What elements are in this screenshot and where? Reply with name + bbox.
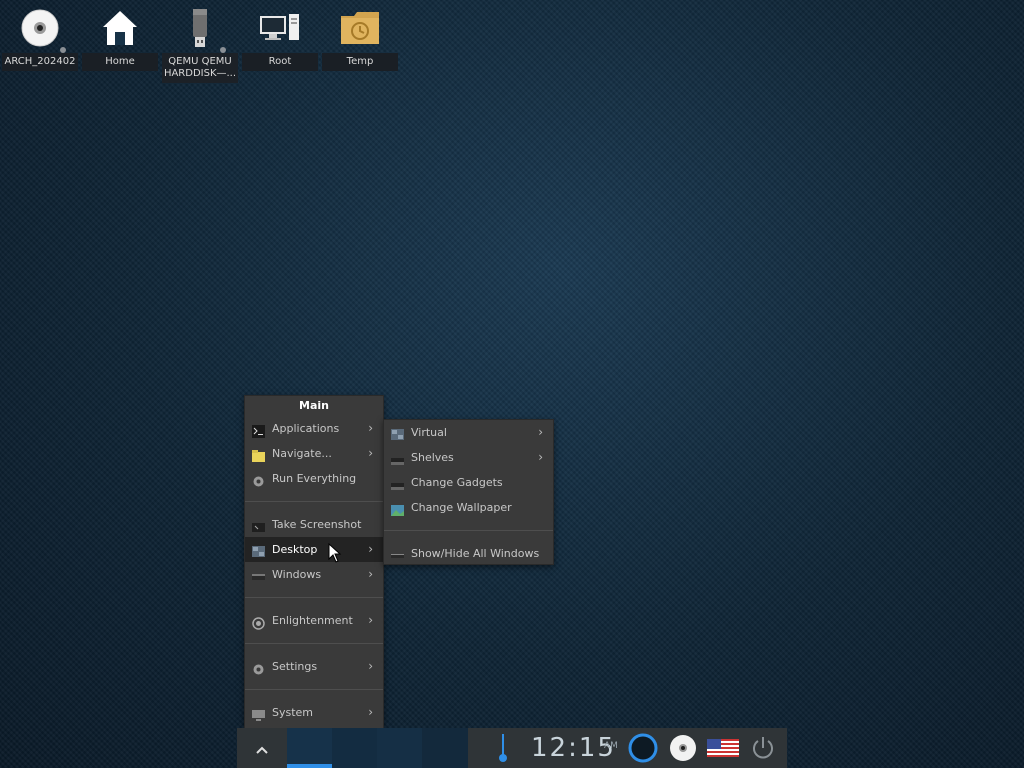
menu-item-label: Take Screenshot [272, 518, 362, 531]
computer-icon [241, 6, 319, 50]
menu-item-take-screenshot[interactable]: Take Screenshot [245, 512, 383, 537]
chevron-right-icon: › [368, 446, 373, 460]
menu-item-label: Enlightenment [272, 614, 353, 627]
submenu-item-virtual[interactable]: Virtual › [384, 420, 553, 445]
submenu-item-label: Change Gadgets [411, 476, 503, 489]
submenu-item-shelves[interactable]: Shelves › [384, 445, 553, 470]
home-icon [81, 6, 159, 50]
pager[interactable] [287, 728, 468, 768]
submenu-item-label: Change Wallpaper [411, 501, 512, 514]
menu-separator [245, 643, 383, 644]
menu-item-label: System [272, 706, 314, 719]
submenu-item-change-gadgets[interactable]: Change Gadgets [384, 470, 553, 495]
chevron-right-icon: › [368, 705, 373, 719]
menu-item-label: Windows [272, 568, 322, 581]
menu-title: Main [299, 399, 329, 412]
menu-item-label: Applications [272, 422, 340, 435]
menu-separator [245, 501, 383, 502]
menu-item-label: Navigate... [272, 447, 332, 460]
start-button[interactable] [237, 728, 287, 768]
screenshot-icon [252, 518, 265, 532]
menu-item-applications[interactable]: Applications › [245, 416, 383, 441]
desktop-icon-label: QEMU QEMU HARDDISK—... [162, 53, 238, 83]
shelf-icon [391, 451, 404, 465]
usb-drive-icon [161, 6, 239, 50]
desktop-icon-label: Root [242, 53, 318, 71]
menu-item-system[interactable]: System › [245, 700, 383, 725]
menu-item-desktop[interactable]: Desktop › [245, 537, 383, 562]
windows-icon [252, 568, 265, 581]
pager-desk-3[interactable] [377, 728, 422, 768]
menu-item-windows[interactable]: Windows › [245, 562, 383, 587]
chevron-up-icon [256, 739, 268, 758]
virtual-desktop-icon [391, 426, 404, 440]
menu-item-run-everything[interactable]: Run Everything [245, 466, 383, 491]
folder-clock-icon [321, 6, 399, 50]
menu-item-label: Settings [272, 660, 318, 673]
monitor-icon [252, 706, 265, 721]
gear-icon [252, 472, 265, 487]
wallpaper-icon [391, 501, 404, 516]
desktop-icon-label: Temp [322, 53, 398, 71]
menu-item-label: Run Everything [272, 472, 357, 485]
folder-icon [252, 447, 265, 462]
main-menu: Main Applications › Navigate... › Run Ev… [244, 395, 384, 730]
chevron-right-icon: › [538, 450, 543, 464]
gadget-icon [391, 476, 404, 490]
shelf-left [237, 728, 287, 768]
mouse-cursor [328, 542, 342, 563]
menu-separator [245, 689, 383, 690]
clock-ampm: AM [604, 741, 618, 751]
menu-item-enlightenment[interactable]: Enlightenment › [245, 608, 383, 633]
thermometer-icon[interactable] [498, 733, 508, 763]
show-desktop-icon [391, 547, 404, 560]
chevron-right-icon: › [368, 421, 373, 435]
chevron-right-icon: › [368, 659, 373, 673]
submenu-item-show-hide-windows[interactable]: Show/Hide All Windows [384, 541, 553, 566]
pager-desk-4[interactable] [422, 728, 468, 768]
menu-separator [384, 530, 553, 531]
submenu-item-label: Show/Hide All Windows [411, 547, 540, 560]
menu-item-label: Desktop [272, 543, 318, 556]
submenu-item-change-wallpaper[interactable]: Change Wallpaper [384, 495, 553, 520]
submenu-item-label: Virtual [411, 426, 447, 439]
submenu-item-label: Shelves [411, 451, 454, 464]
terminal-icon [252, 422, 265, 438]
chevron-right-icon: › [368, 567, 373, 581]
menu-item-navigate[interactable]: Navigate... › [245, 441, 383, 466]
menu-item-settings[interactable]: Settings › [245, 654, 383, 679]
power-icon[interactable] [750, 734, 776, 762]
chevron-right-icon: › [368, 542, 373, 556]
optical-disc-icon[interactable] [669, 734, 697, 762]
menu-separator [245, 597, 383, 598]
chevron-right-icon: › [538, 425, 543, 439]
desktop-icon-label: Home [82, 53, 158, 71]
desktop-icon [252, 543, 265, 557]
pager-active-indicator [287, 764, 332, 768]
settings-icon [252, 660, 265, 675]
desktop-submenu: Virtual › Shelves › Change Gadgets Chang… [383, 419, 554, 565]
pager-desk-2[interactable] [332, 728, 377, 768]
chevron-right-icon: › [368, 613, 373, 627]
connman-icon[interactable] [628, 733, 658, 763]
us-flag-icon[interactable] [707, 739, 739, 757]
enlightenment-icon [252, 614, 265, 630]
pager-desk-1[interactable] [287, 728, 332, 768]
desktop-icon-label: ARCH_202402 [2, 53, 78, 71]
optical-disc-icon [1, 6, 79, 50]
